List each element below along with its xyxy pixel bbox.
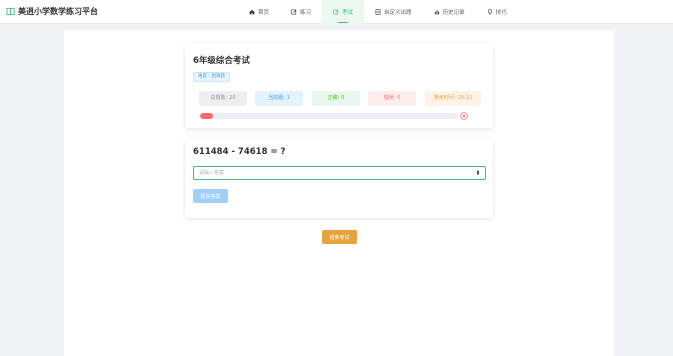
exam-progress-bar: [200, 113, 458, 119]
stat-current-question: 当前题: 1: [255, 91, 303, 106]
nav-item-label: 练习: [300, 10, 312, 16]
nav-item-label: 技巧: [495, 10, 507, 16]
question-text: 611484 - 74618 = ?: [193, 147, 286, 157]
stat-value: 1: [286, 95, 290, 101]
exam-icon: [333, 9, 339, 15]
stepper-down-icon[interactable]: ▼: [477, 172, 480, 177]
stat-label: 错误:: [383, 95, 396, 101]
stat-wrong: 错误: 0: [368, 91, 416, 106]
exam-title: 6年级综合考试: [193, 56, 250, 66]
nav-item-tips[interactable]: 技巧: [476, 0, 518, 24]
nav-item-home[interactable]: 首页: [238, 0, 280, 24]
number-stepper[interactable]: ▲ ▼: [475, 169, 481, 177]
book-icon: [6, 7, 15, 16]
stat-total-questions: 总题数: 20: [199, 91, 247, 106]
top-navbar: 美逍小学数学练习平台 首页 练习 考试 自定义出题 历史记录 技巧: [0, 0, 673, 24]
nav-item-label: 自定义出题: [384, 10, 412, 16]
stat-label: 当前题:: [268, 95, 285, 101]
home-icon: [249, 9, 255, 15]
bulb-icon: [487, 9, 492, 15]
nav-item-custom-questions[interactable]: 自定义出题: [364, 0, 423, 24]
nav-item-label: 考试: [342, 10, 354, 16]
exam-info-card: 6年级综合考试 难度：困难题 总题数: 20 当前题: 1 正确: 0 错误: …: [185, 44, 493, 128]
main-content: 6年级综合考试 难度：困难题 总题数: 20 当前题: 1 正确: 0 错误: …: [64, 30, 614, 356]
exam-progress-fill: [200, 113, 213, 119]
stat-value: 0: [341, 95, 345, 101]
nav-item-label: 历史记录: [442, 10, 465, 16]
close-circle-icon: [460, 112, 468, 120]
brand-name: 美逍小学数学练习平台: [18, 7, 98, 16]
difficulty-tag: 难度：困难题: [193, 72, 230, 82]
stat-remaining-time: 剩余时间: 29:12: [425, 91, 481, 106]
edit-icon: [291, 9, 297, 15]
nav-item-label: 首页: [258, 10, 270, 16]
stat-correct: 正确: 0: [312, 91, 360, 106]
question-card: 611484 - 74618 = ? ▲ ▼ 提交答案: [185, 138, 493, 218]
stat-value: 29:12: [457, 95, 473, 101]
bar-chart-icon: [434, 10, 439, 15]
submit-answer-button[interactable]: 提交答案: [193, 189, 228, 203]
answer-input[interactable]: [193, 166, 486, 180]
exam-stats: 总题数: 20 当前题: 1 正确: 0 错误: 0 剩余时间: 29:12: [199, 91, 481, 106]
finish-exam-button[interactable]: 结束考试: [322, 230, 357, 244]
main-nav: 首页 练习 考试 自定义出题 历史记录 技巧: [238, 0, 518, 24]
document-icon: [375, 9, 381, 15]
stat-label: 正确:: [327, 95, 340, 101]
nav-item-exam[interactable]: 考试: [322, 0, 365, 24]
nav-item-practice[interactable]: 练习: [280, 0, 322, 24]
stat-value: 0: [397, 95, 401, 101]
stat-value: 20: [229, 95, 236, 101]
stat-label: 总题数:: [210, 95, 228, 101]
nav-item-history[interactable]: 历史记录: [423, 0, 476, 24]
brand[interactable]: 美逍小学数学练习平台: [6, 6, 98, 17]
stat-label: 剩余时间:: [433, 95, 456, 101]
